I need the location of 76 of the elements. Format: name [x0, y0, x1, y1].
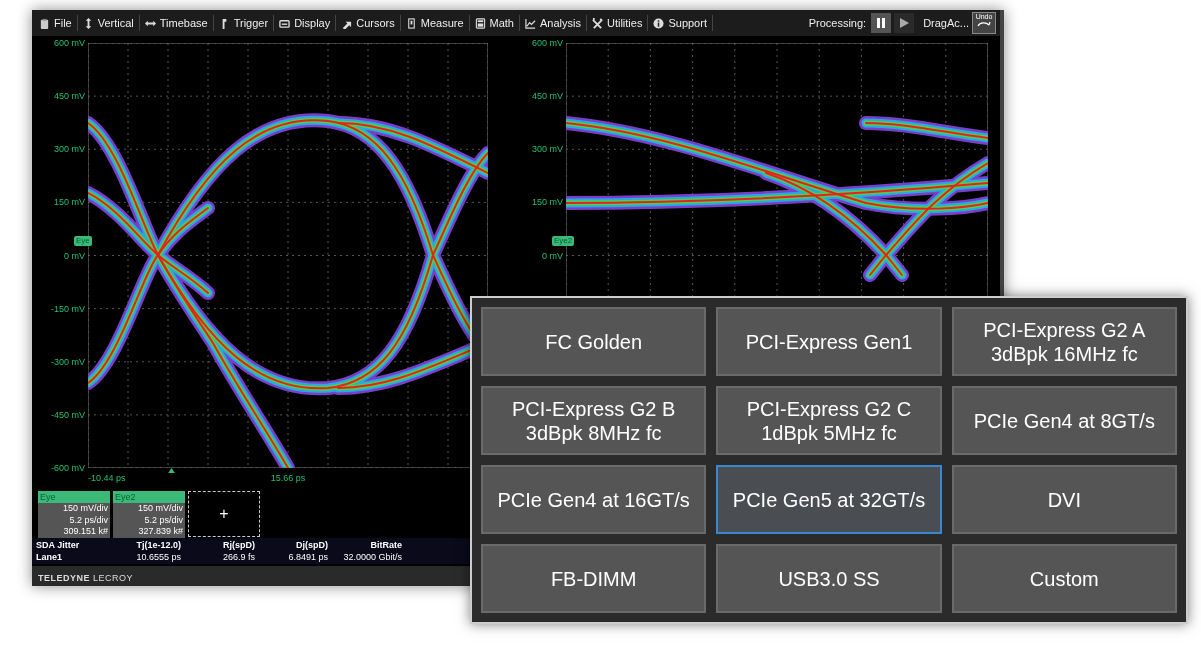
preset-button[interactable]: USB3.0 SS	[716, 544, 942, 613]
table-cell-text: 266.9 fs	[221, 551, 255, 563]
column-header: SDA Jitter	[36, 539, 81, 551]
descriptor-value: 327.839 k#	[138, 526, 184, 538]
axis-label: -300 mV	[51, 355, 85, 369]
descriptor-value: 150 mV/div	[137, 503, 184, 515]
processing-status: DragAc...	[923, 17, 969, 29]
axis-label: 0 mV	[64, 249, 85, 263]
axis-label: 300 mV	[53, 143, 85, 157]
axis-label: 300 mV	[531, 143, 563, 157]
preset-button[interactable]: FB-DIMM	[481, 544, 707, 613]
table-cell-text: 6.8491 ps	[287, 551, 328, 563]
axis-label: 0 mV	[542, 249, 563, 263]
meter-icon	[405, 17, 417, 29]
tools-icon	[591, 17, 603, 29]
preset-button[interactable]: PCI-Express G2 B 3dBpk 8MHz fc	[481, 386, 707, 455]
chart-icon	[525, 17, 536, 29]
add-trace-button[interactable]: +	[188, 491, 260, 537]
display-icon	[279, 17, 291, 29]
axis-label: 150 mV	[53, 196, 85, 210]
preset-button[interactable]: DVI	[951, 465, 1177, 534]
axis-label: -10.44 ps	[88, 473, 126, 483]
menu-item[interactable]: Analysis	[520, 14, 586, 32]
menu-item[interactable]: Display	[274, 14, 336, 32]
menu-item[interactable]: Math	[469, 14, 519, 32]
pause-button[interactable]	[871, 13, 892, 33]
preset-button[interactable]: Custom	[951, 544, 1177, 613]
axis-label: -600 mV	[51, 462, 85, 475]
axis-label: 600 mV	[53, 37, 85, 50]
axis-label: 450 mV	[53, 90, 85, 104]
brand-logo: TELEDYNE LECROY	[38, 573, 134, 583]
descriptor-value: 5.2 ps/div	[144, 514, 184, 526]
processing-label: Processing:	[808, 17, 867, 29]
preset-button[interactable]: FC Golden	[481, 307, 707, 376]
axis-label: 15.66 ps	[270, 473, 306, 483]
descriptor-value: 150 mV/div	[62, 503, 109, 515]
menu-item[interactable]: Measure	[400, 14, 469, 32]
table-cell-text: 10.6555 ps	[135, 551, 181, 563]
menu-item[interactable]: Vertical	[77, 14, 139, 32]
preset-button[interactable]: PCI-Express G2 A 3dBpk 16MHz fc	[951, 307, 1177, 376]
menu-item[interactable]: Utilities	[586, 14, 648, 32]
axis-label: 150 mV	[531, 196, 563, 210]
table-cell-text: 32.0000 Gbit/s	[342, 551, 402, 563]
menu-item[interactable]: Support	[648, 14, 712, 32]
trace-descriptor[interactable]: Eye 150 mV/div 5.2 ps/div 309.151 k#	[38, 491, 110, 539]
preset-button[interactable]: PCIe Gen4 at 8GT/s	[951, 386, 1177, 455]
menu-item[interactable]: Trigger	[213, 14, 274, 32]
menu-item[interactable]: File	[34, 14, 77, 32]
play-button[interactable]	[894, 13, 915, 33]
axis-label: 450 mV	[531, 90, 563, 104]
descriptor-value: 5.2 ps/div	[69, 514, 109, 526]
menu-item[interactable]: Cursors	[336, 14, 400, 32]
trace-descriptor[interactable]: Eye2 150 mV/div 5.2 ps/div 327.839 k#	[113, 491, 185, 539]
trigger-marker-icon	[168, 468, 175, 473]
descriptor-title: Eye	[38, 491, 110, 503]
column-header: Rj(spD)	[222, 539, 255, 551]
column-header: BitRate	[369, 539, 402, 551]
descriptor-value: 309.151 k#	[63, 526, 109, 538]
preset-button[interactable]: PCI-Express G2 C 1dBpk 5MHz fc	[716, 386, 942, 455]
preset-button[interactable]: PCIe Gen5 at 32GT/s	[716, 465, 942, 534]
descriptor-title: Eye2	[113, 491, 185, 503]
table-cell-text: Lane1	[36, 551, 63, 563]
axis-label: -150 mV	[51, 302, 85, 316]
column-header: Dj(spD)	[295, 539, 328, 551]
info-icon	[653, 17, 665, 29]
menu-item[interactable]: Timebase	[139, 14, 213, 32]
play-icon	[898, 17, 911, 29]
preset-button[interactable]: PCIe Gen4 at 16GT/s	[481, 465, 707, 534]
axis-label: 600 mV	[531, 37, 563, 50]
axis-label: -450 mV	[51, 408, 85, 422]
column-header: Tj(1e-12.0)	[135, 539, 181, 551]
calculator-icon	[474, 17, 486, 29]
clipboard-icon	[39, 17, 50, 29]
preset-button[interactable]: PCI-Express Gen1	[716, 307, 942, 376]
pause-icon	[875, 17, 888, 29]
undo-arrow-icon	[977, 21, 991, 27]
